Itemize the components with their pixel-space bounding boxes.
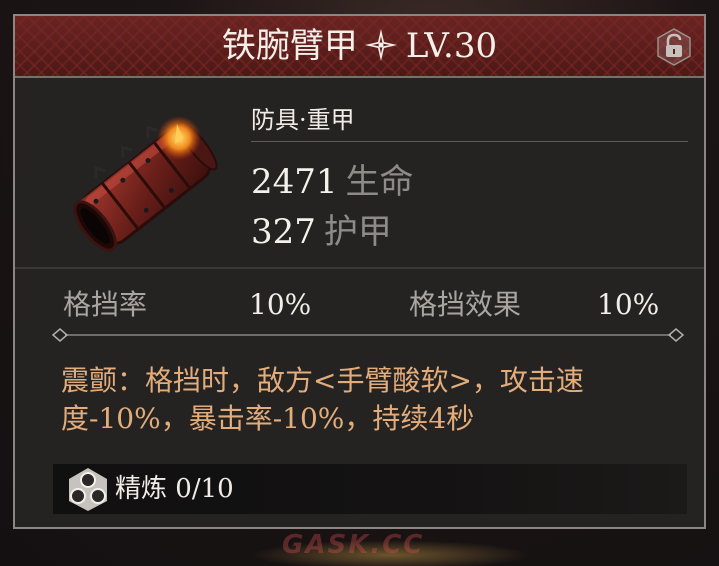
watermark: GASK.CC: [282, 530, 425, 560]
item-title: 铁腕臂甲 LV.30: [15, 26, 704, 66]
stat-name: 生命: [345, 162, 414, 202]
stat-name: 护甲: [323, 212, 392, 252]
item-tooltip-panel: 铁腕臂甲 LV.30 防具·重甲 2471 生命 327 护甲 格挡率 10% …: [13, 14, 706, 529]
stat-value: 327: [251, 212, 316, 252]
stat-hp: 2471 生命: [251, 162, 414, 202]
refine-label: 精炼: [115, 474, 168, 504]
tooltip-header: 铁腕臂甲 LV.30: [15, 16, 704, 78]
item-tooltip-screen: 铁腕臂甲 LV.30 防具·重甲 2471 生命 327 护甲 格挡率 10% …: [0, 0, 719, 566]
block-effect-label: 格挡效果: [409, 288, 522, 321]
stat-value: 2471: [251, 162, 338, 202]
effect-description: 震颤：格挡时，敌方<手臂酸软>，攻击速度-10%，暴击率-10%，持续4秒: [61, 364, 584, 435]
item-type: 防具·重甲: [251, 106, 355, 134]
stat-armor: 327 护甲: [251, 212, 392, 252]
refine-label-group: 精炼 0/10: [115, 473, 234, 505]
star-sparkle-icon: [364, 29, 397, 61]
refine-orbs-icon: [69, 468, 107, 511]
section-divider: [15, 267, 704, 269]
block-effect-value: 10%: [597, 288, 660, 321]
block-rate-label: 格挡率: [63, 288, 148, 321]
stats-divider: [251, 141, 688, 142]
item-name: 铁腕臂甲: [221, 26, 358, 66]
lock-icon[interactable]: [654, 27, 694, 67]
refine-value: 0/10: [175, 474, 234, 504]
arm-guard-item-icon: [73, 116, 218, 252]
block-rate-value: 10%: [249, 288, 312, 321]
ornament-divider: [51, 328, 685, 342]
refine-bar: 精炼 0/10: [53, 464, 687, 514]
item-level: LV.30: [405, 26, 498, 66]
